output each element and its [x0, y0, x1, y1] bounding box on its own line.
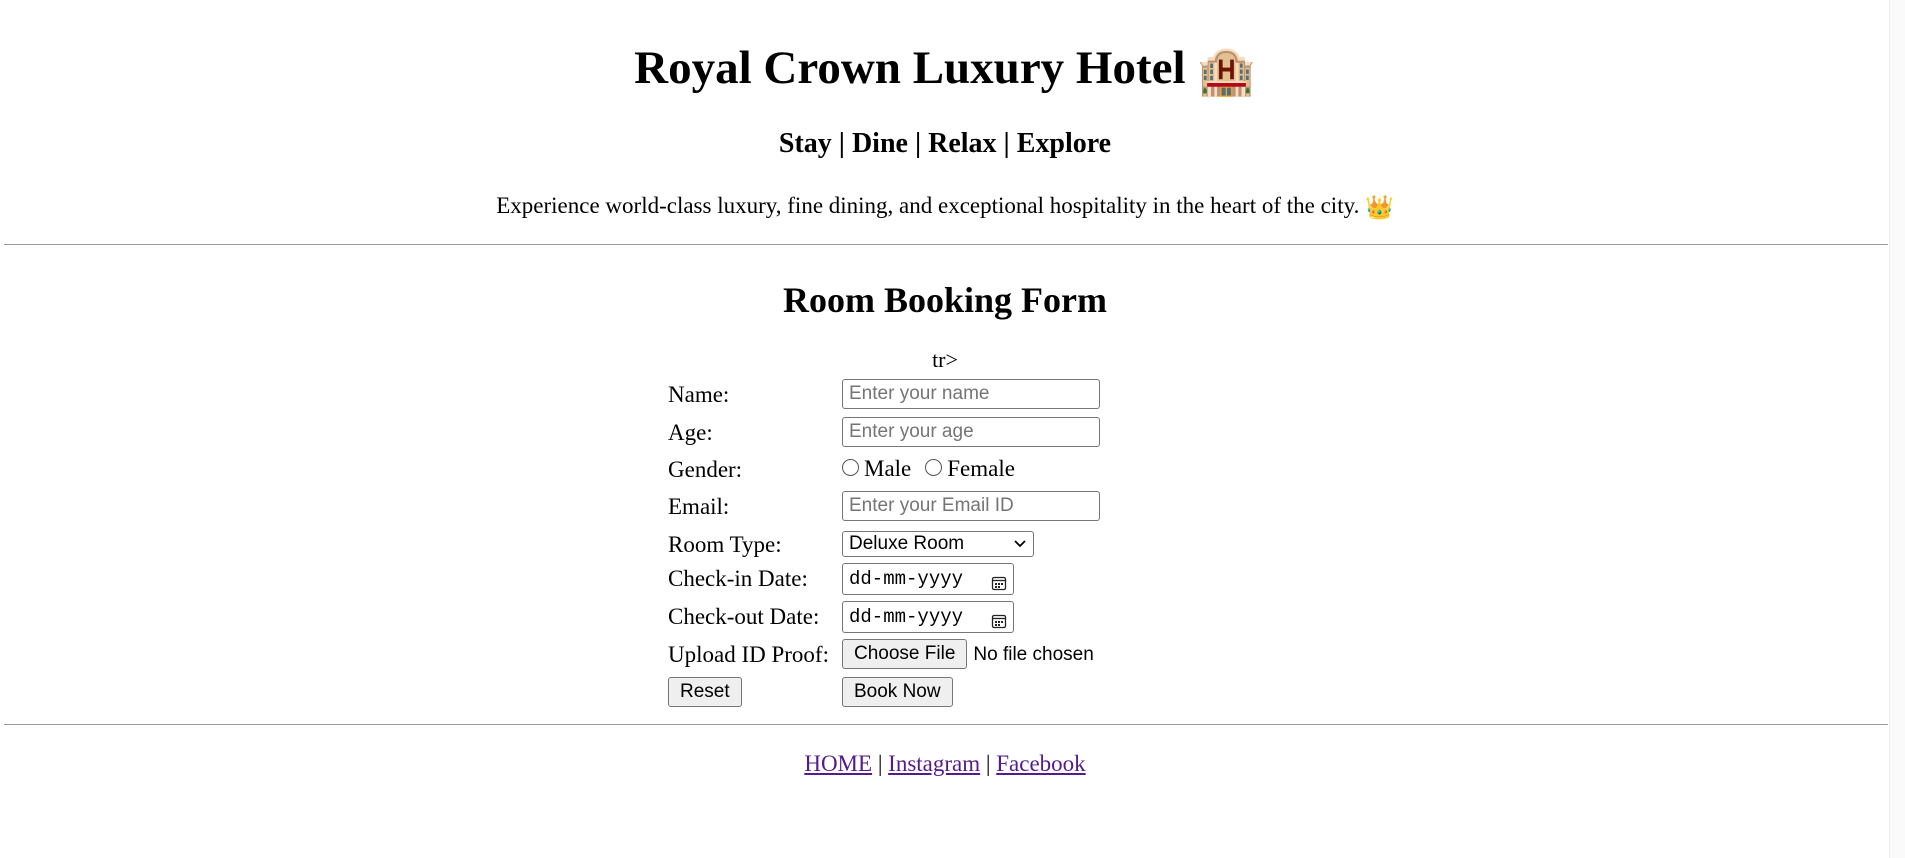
gender-label: Gender: — [668, 457, 743, 482]
checkout-placeholder: dd-mm-yyyy — [849, 606, 964, 628]
checkin-placeholder: dd-mm-yyyy — [849, 568, 964, 590]
checkout-date-input[interactable]: dd-mm-yyyy — [842, 601, 1014, 633]
footer-separator: | — [877, 751, 883, 776]
email-label: Email: — [668, 494, 730, 519]
checkout-row: Check-out Date: dd-mm-yyyy — [668, 601, 1228, 635]
crown-icon: 👑 — [1365, 194, 1394, 220]
name-input[interactable] — [842, 379, 1100, 409]
divider-top — [4, 244, 1888, 245]
gender-female-radio[interactable] — [925, 458, 943, 476]
age-input[interactable] — [842, 417, 1100, 447]
book-now-button[interactable]: Book Now — [842, 677, 953, 707]
calendar-icon[interactable] — [991, 571, 1007, 591]
form-title: Room Booking Form — [783, 280, 1107, 320]
gender-female-label: Female — [947, 456, 1015, 481]
footer-separator: | — [985, 751, 991, 776]
room-type-select[interactable]: Deluxe Room — [842, 531, 1034, 557]
gender-male-label: Male — [864, 456, 912, 481]
chevron-down-icon — [1013, 532, 1027, 564]
file-status: No file chosen — [973, 644, 1094, 666]
footer-link-instagram[interactable]: Instagram — [888, 751, 980, 776]
tagline: Stay | Dine | Relax | Explore — [778, 128, 1112, 159]
page: Royal Crown Luxury Hotel 🏨 Stay | Dine |… — [0, 0, 1890, 858]
gender-male-radio[interactable] — [842, 458, 859, 476]
name-label: Name: — [668, 382, 730, 407]
upload-row: Upload ID Proof: Choose File No file chos… — [668, 639, 1228, 673]
name-row: Name: — [668, 379, 1228, 413]
buttons-row: Reset Book Now — [668, 677, 1228, 711]
intro-sentence: Experience world-class luxury, fine dini… — [496, 193, 1360, 218]
footer-link-home[interactable]: HOME — [804, 751, 872, 776]
scrollbar[interactable] — [1889, 0, 1905, 858]
hotel-icon: 🏨 — [1197, 46, 1256, 99]
calendar-icon[interactable] — [991, 609, 1007, 629]
intro-text: Experience world-class luxury, fine dini… — [0, 190, 1890, 224]
checkout-label: Check-out Date: — [668, 604, 820, 629]
room-type-selected: Deluxe Room — [849, 533, 965, 554]
upload-label: Upload ID Proof: — [668, 642, 829, 667]
gender-row: Gender: Male Female — [668, 454, 1228, 488]
age-label: Age: — [668, 420, 713, 445]
room-type-row: Room Type: Deluxe Room — [668, 529, 1228, 563]
choose-file-button[interactable]: Choose File — [842, 639, 968, 669]
email-input[interactable] — [842, 491, 1100, 521]
room-type-label: Room Type: — [668, 532, 782, 557]
reset-button[interactable]: Reset — [668, 677, 742, 707]
hotel-title-text: Royal Crown Luxury Hotel — [634, 42, 1186, 94]
footer-links: HOME | Instagram | Facebook — [0, 748, 1890, 780]
email-row: Email: — [668, 491, 1228, 525]
checkin-date-input[interactable]: dd-mm-yyyy — [842, 563, 1014, 595]
footer-link-facebook[interactable]: Facebook — [996, 751, 1085, 776]
stray-text: tr> — [932, 347, 958, 372]
age-row: Age: — [668, 417, 1228, 451]
page-title: Royal Crown Luxury Hotel 🏨 — [0, 38, 1890, 102]
divider-bottom — [4, 724, 1888, 725]
checkin-row: Check-in Date: dd-mm-yyyy — [668, 563, 1228, 597]
checkin-label: Check-in Date: — [668, 566, 808, 591]
